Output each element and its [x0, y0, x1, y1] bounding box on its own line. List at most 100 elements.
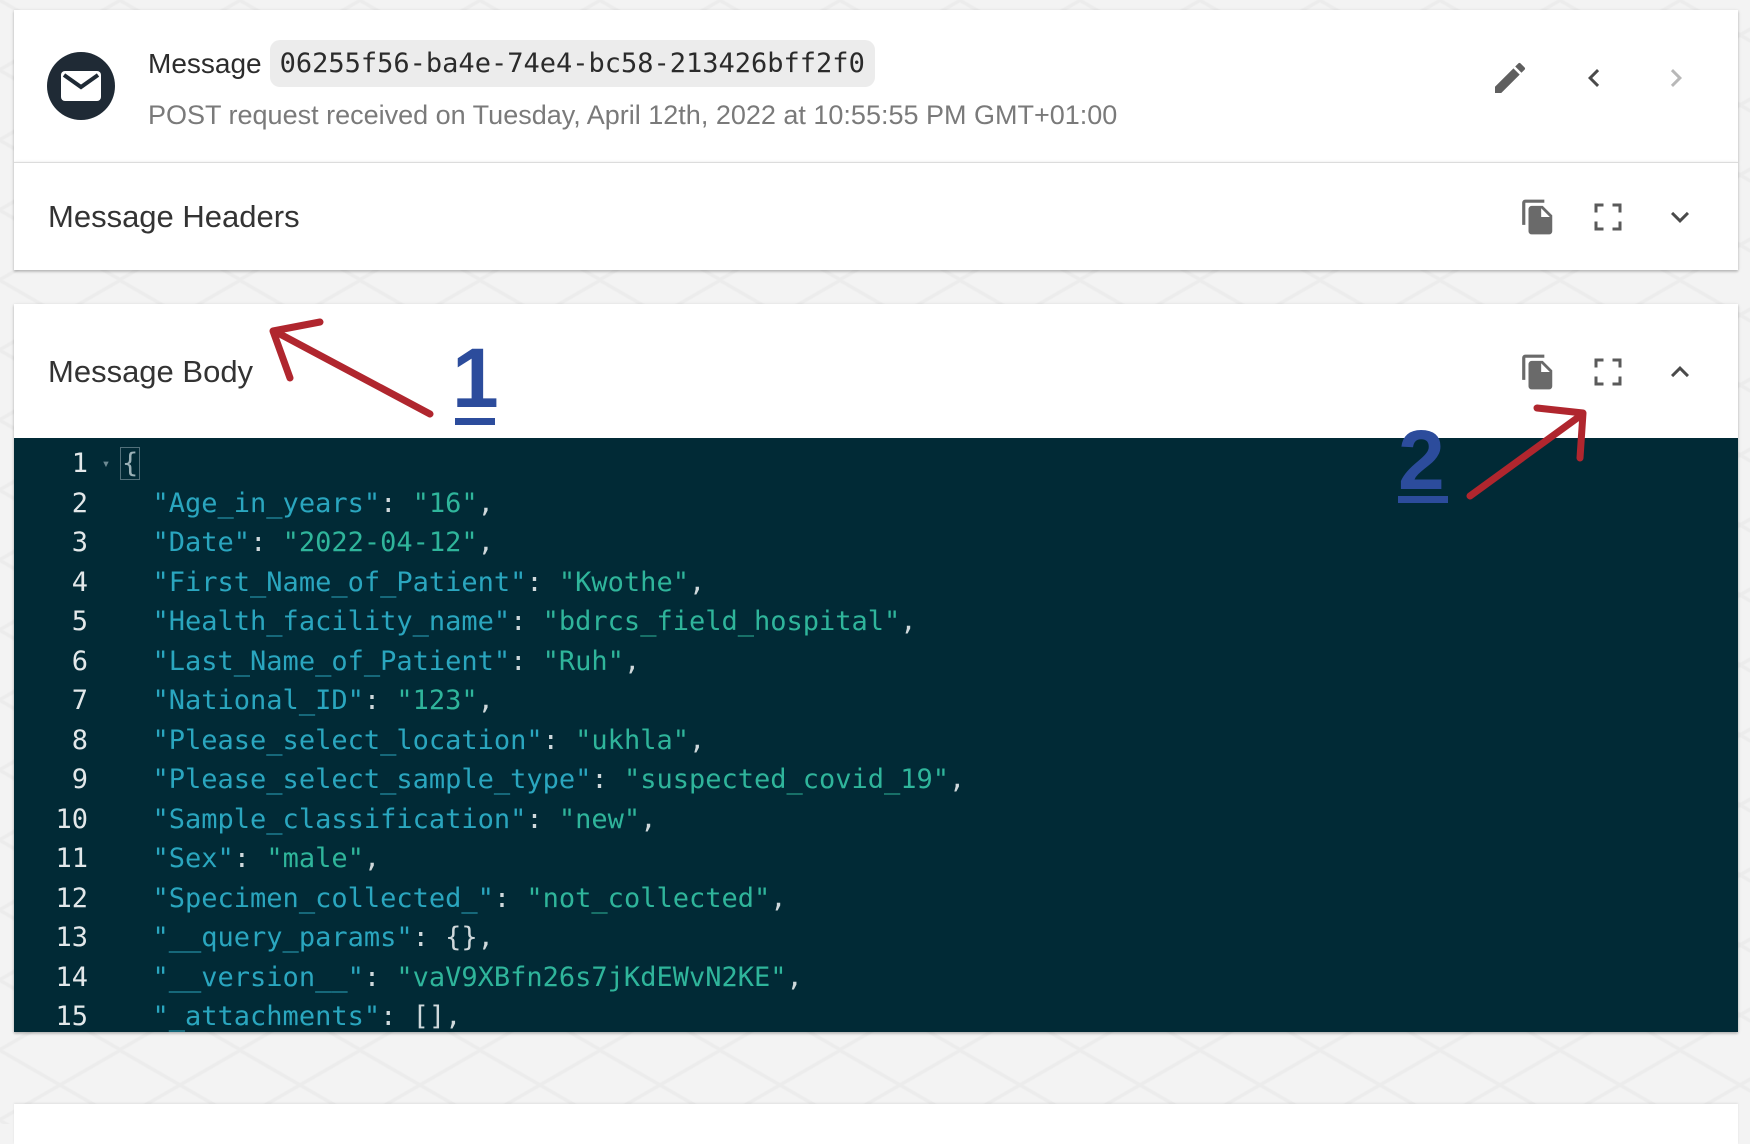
json-value: {} — [445, 922, 478, 953]
code-content: "Age_in_years": "16", — [120, 488, 494, 519]
line-number: 4 — [14, 567, 92, 598]
chevron-up-icon — [1662, 354, 1698, 390]
code-content: "__version__": "vaV9XBfn26s7jKdEWvN2KE", — [120, 962, 803, 993]
code-content: { — [120, 448, 140, 479]
pencil-icon — [1490, 58, 1530, 98]
code-content: "Sample_classification": "new", — [120, 804, 656, 835]
json-separator: : — [591, 764, 624, 795]
code-content: "__query_params": {}, — [120, 922, 494, 953]
json-string-value: "2022-04-12" — [283, 527, 478, 558]
json-separator: : — [526, 804, 559, 835]
json-string-value: "Ruh" — [543, 646, 624, 677]
json-key: "__query_params" — [153, 922, 413, 953]
json-key: "National_ID" — [153, 685, 364, 716]
headers-expand-button[interactable] — [1656, 193, 1704, 241]
json-string-value: "not_collected" — [526, 883, 770, 914]
json-comma: , — [949, 764, 965, 795]
line-number: 12 — [14, 883, 92, 914]
annotation-underline-1 — [455, 418, 495, 425]
code-content: "Last_Name_of_Patient": "Ruh", — [120, 646, 640, 677]
code-line: 13 "__query_params": {}, — [14, 918, 1738, 958]
next-panel-edge — [14, 1104, 1738, 1144]
json-comma: , — [624, 646, 640, 677]
line-number: 8 — [14, 725, 92, 756]
json-comma: , — [478, 527, 494, 558]
message-title-row: Message 06255f56-ba4e-74e4-bc58-213426bf… — [148, 40, 875, 87]
code-line: 12 "Specimen_collected_": "not_collected… — [14, 879, 1738, 919]
code-line: 1▾{ — [14, 444, 1738, 484]
json-comma: , — [478, 685, 494, 716]
json-string-value: "Kwothe" — [559, 567, 689, 598]
json-key: "First_Name_of_Patient" — [153, 567, 527, 598]
json-key: "__version__" — [153, 962, 364, 993]
chevron-down-icon — [1662, 199, 1698, 235]
json-comma: , — [787, 962, 803, 993]
copy-icon — [1519, 198, 1557, 236]
json-code-editor[interactable]: 1▾{2 "Age_in_years": "16",3 "Date": "202… — [14, 438, 1738, 1032]
fullscreen-icon — [1590, 199, 1626, 235]
code-line: 5 "Health_facility_name": "bdrcs_field_h… — [14, 602, 1738, 642]
annotation-number-2: 2 — [1398, 418, 1445, 502]
mail-icon — [47, 52, 115, 120]
json-string-value: "new" — [559, 804, 640, 835]
message-label: Message — [148, 48, 262, 80]
json-separator: : — [234, 843, 267, 874]
line-number: 13 — [14, 922, 92, 953]
chevron-right-icon — [1658, 60, 1694, 96]
json-string-value: "bdrcs_field_hospital" — [543, 606, 901, 637]
json-key: "Sex" — [153, 843, 234, 874]
json-string-value: "16" — [413, 488, 478, 519]
code-line: 15 "_attachments": [], — [14, 997, 1738, 1032]
json-separator: : — [364, 962, 397, 993]
headers-copy-button[interactable] — [1514, 193, 1562, 241]
json-comma: , — [900, 606, 916, 637]
json-comma: , — [640, 804, 656, 835]
message-headers-title: Message Headers — [48, 199, 300, 235]
json-key: "Date" — [153, 527, 251, 558]
json-key: "Please_select_sample_type" — [153, 764, 592, 795]
next-message-button[interactable] — [1652, 54, 1700, 102]
json-key: "Last_Name_of_Patient" — [153, 646, 511, 677]
line-number: 7 — [14, 685, 92, 716]
body-copy-button[interactable] — [1514, 348, 1562, 396]
json-separator: : — [380, 1001, 413, 1032]
previous-message-button[interactable] — [1570, 54, 1618, 102]
json-separator: : — [380, 488, 413, 519]
json-key: "_attachments" — [153, 1001, 381, 1032]
message-summary-card: Message 06255f56-ba4e-74e4-bc58-213426bf… — [14, 10, 1738, 162]
fullscreen-icon — [1590, 354, 1626, 390]
json-separator: : — [413, 922, 446, 953]
json-brace: { — [120, 447, 140, 480]
code-line: 9 "Please_select_sample_type": "suspecte… — [14, 760, 1738, 800]
message-body-title: Message Body — [48, 354, 253, 390]
code-line: 6 "Last_Name_of_Patient": "Ruh", — [14, 642, 1738, 682]
json-comma: , — [478, 488, 494, 519]
code-line: 8 "Please_select_location": "ukhla", — [14, 721, 1738, 761]
edit-button[interactable] — [1486, 54, 1534, 102]
json-separator: : — [250, 527, 283, 558]
message-headers-panel[interactable]: Message Headers — [14, 162, 1738, 270]
line-number: 11 — [14, 843, 92, 874]
annotation-underline-2 — [1398, 496, 1448, 503]
json-separator: : — [494, 883, 527, 914]
json-key: "Health_facility_name" — [153, 606, 511, 637]
message-body-panel: Message Body 1▾{2 "Age_in_years": "16",3… — [14, 304, 1738, 1032]
line-number: 10 — [14, 804, 92, 835]
code-content: "Date": "2022-04-12", — [120, 527, 494, 558]
chevron-left-icon — [1576, 60, 1612, 96]
line-number: 14 — [14, 962, 92, 993]
body-collapse-button[interactable] — [1656, 348, 1704, 396]
line-number: 3 — [14, 527, 92, 558]
code-content: "Sex": "male", — [120, 843, 380, 874]
code-line: 10 "Sample_classification": "new", — [14, 800, 1738, 840]
json-key: "Please_select_location" — [153, 725, 543, 756]
code-content: "Please_select_sample_type": "suspected_… — [120, 764, 965, 795]
json-comma: , — [689, 725, 705, 756]
json-comma: , — [478, 922, 494, 953]
fold-toggle-icon[interactable]: ▾ — [92, 456, 120, 472]
headers-fullscreen-button[interactable] — [1584, 193, 1632, 241]
json-key: "Age_in_years" — [153, 488, 381, 519]
body-fullscreen-button[interactable] — [1584, 348, 1632, 396]
json-string-value: "ukhla" — [575, 725, 689, 756]
code-line: 3 "Date": "2022-04-12", — [14, 523, 1738, 563]
